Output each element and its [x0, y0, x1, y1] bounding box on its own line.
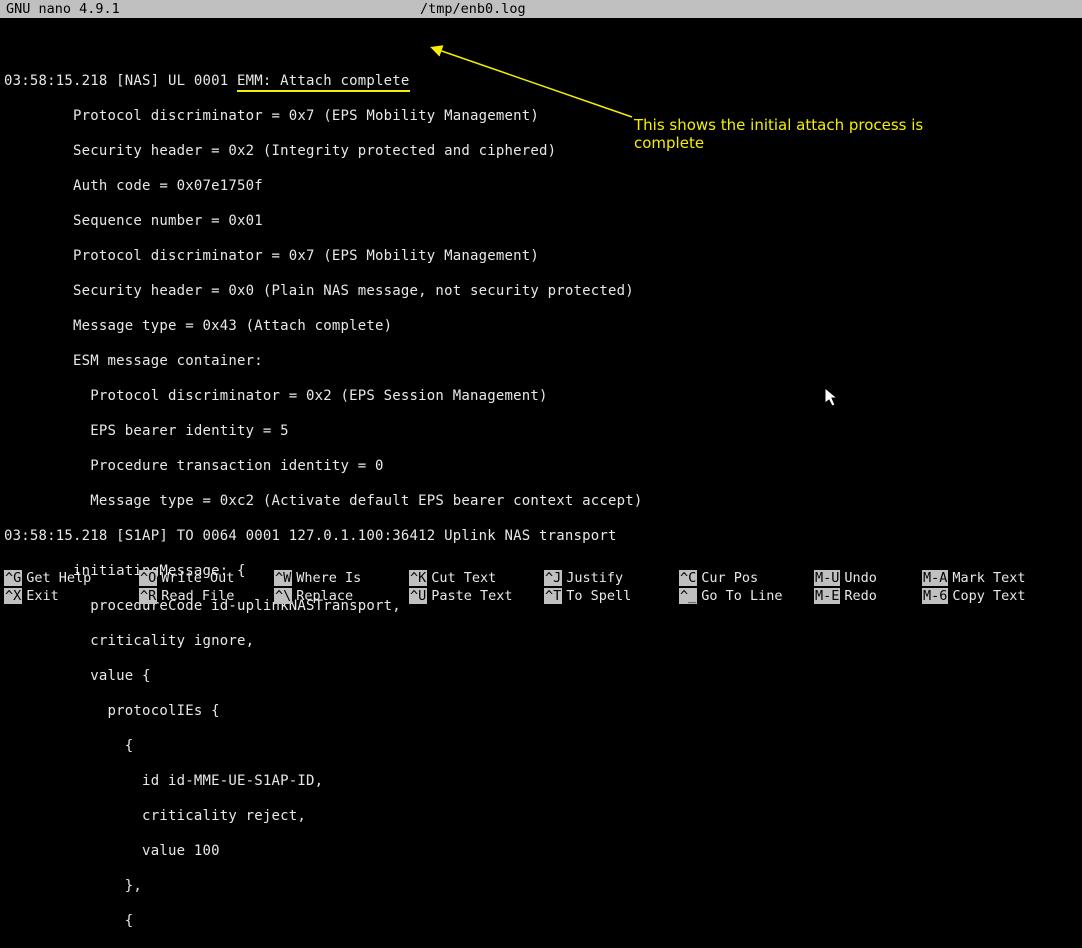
shortcut-read-file[interactable]: ^RRead File — [139, 588, 274, 605]
log-line: Protocol discriminator = 0x7 (EPS Mobili… — [4, 248, 1078, 266]
shortcut-row-2: ^XExit ^RRead File ^\Replace ^UPaste Tex… — [0, 587, 1082, 605]
shortcut-go-to-line[interactable]: ^_Go To Line — [679, 588, 814, 605]
shortcut-exit[interactable]: ^XExit — [4, 588, 139, 605]
shortcut-where-is[interactable]: ^WWhere Is — [274, 570, 409, 587]
editor-content[interactable]: 03:58:15.218 [NAS] UL 0001 EMM: Attach c… — [0, 18, 1082, 948]
log-line: criticality ignore, — [4, 633, 1078, 651]
blank-line — [4, 38, 1078, 56]
shortcut-row-1: ^GGet Help ^OWrite Out ^WWhere Is ^KCut … — [0, 569, 1082, 587]
shortcut-replace[interactable]: ^\Replace — [274, 588, 409, 605]
shortcut-mark-text[interactable]: M-AMark Text — [922, 570, 1057, 587]
log-line: ESM message container: — [4, 353, 1078, 371]
app-name: GNU nano 4.9.1 — [0, 1, 420, 18]
file-path: /tmp/enb0.log — [420, 1, 526, 18]
shortcut-cur-pos[interactable]: ^CCur Pos — [679, 570, 814, 587]
log-line: value { — [4, 668, 1078, 686]
titlebar: GNU nano 4.9.1 /tmp/enb0.log — [0, 0, 1082, 18]
annotation-callout: This shows the initial attach process is… — [634, 116, 923, 152]
shortcut-bar: ^GGet Help ^OWrite Out ^WWhere Is ^KCut … — [0, 569, 1082, 605]
log-line: value 100 — [4, 843, 1078, 861]
highlighted-text: EMM: Attach complete — [237, 73, 410, 92]
annotation-line1: This shows the initial attach process is — [634, 116, 923, 134]
annotation-line2: complete — [634, 134, 923, 152]
shortcut-write-out[interactable]: ^OWrite Out — [139, 570, 274, 587]
log-line: Security header = 0x0 (Plain NAS message… — [4, 283, 1078, 301]
log-line: Sequence number = 0x01 — [4, 213, 1078, 231]
log-line: }, — [4, 878, 1078, 896]
log-line: Procedure transaction identity = 0 — [4, 458, 1078, 476]
log-line: protocolIEs { — [4, 703, 1078, 721]
log-line: Auth code = 0x07e1750f — [4, 178, 1078, 196]
log-line: criticality reject, — [4, 808, 1078, 826]
log-line: Message type = 0xc2 (Activate default EP… — [4, 493, 1078, 511]
log-line: 03:58:15.218 [NAS] UL 0001 EMM: Attach c… — [4, 73, 1078, 91]
shortcut-paste-text[interactable]: ^UPaste Text — [409, 588, 544, 605]
shortcut-cut-text[interactable]: ^KCut Text — [409, 570, 544, 587]
shortcut-redo[interactable]: M-ERedo — [814, 588, 922, 605]
log-line: id id-MME-UE-S1AP-ID, — [4, 773, 1078, 791]
shortcut-copy-text[interactable]: M-6Copy Text — [922, 588, 1057, 605]
log-line: 03:58:15.218 [S1AP] TO 0064 0001 127.0.1… — [4, 528, 1078, 546]
log-line: Message type = 0x43 (Attach complete) — [4, 318, 1078, 336]
shortcut-undo[interactable]: M-UUndo — [814, 570, 922, 587]
log-line: { — [4, 913, 1078, 931]
log-line: EPS bearer identity = 5 — [4, 423, 1078, 441]
shortcut-to-spell[interactable]: ^TTo Spell — [544, 588, 679, 605]
shortcut-justify[interactable]: ^JJustify — [544, 570, 679, 587]
shortcut-get-help[interactable]: ^GGet Help — [4, 570, 139, 587]
log-line: { — [4, 738, 1078, 756]
log-line: Protocol discriminator = 0x2 (EPS Sessio… — [4, 388, 1078, 406]
